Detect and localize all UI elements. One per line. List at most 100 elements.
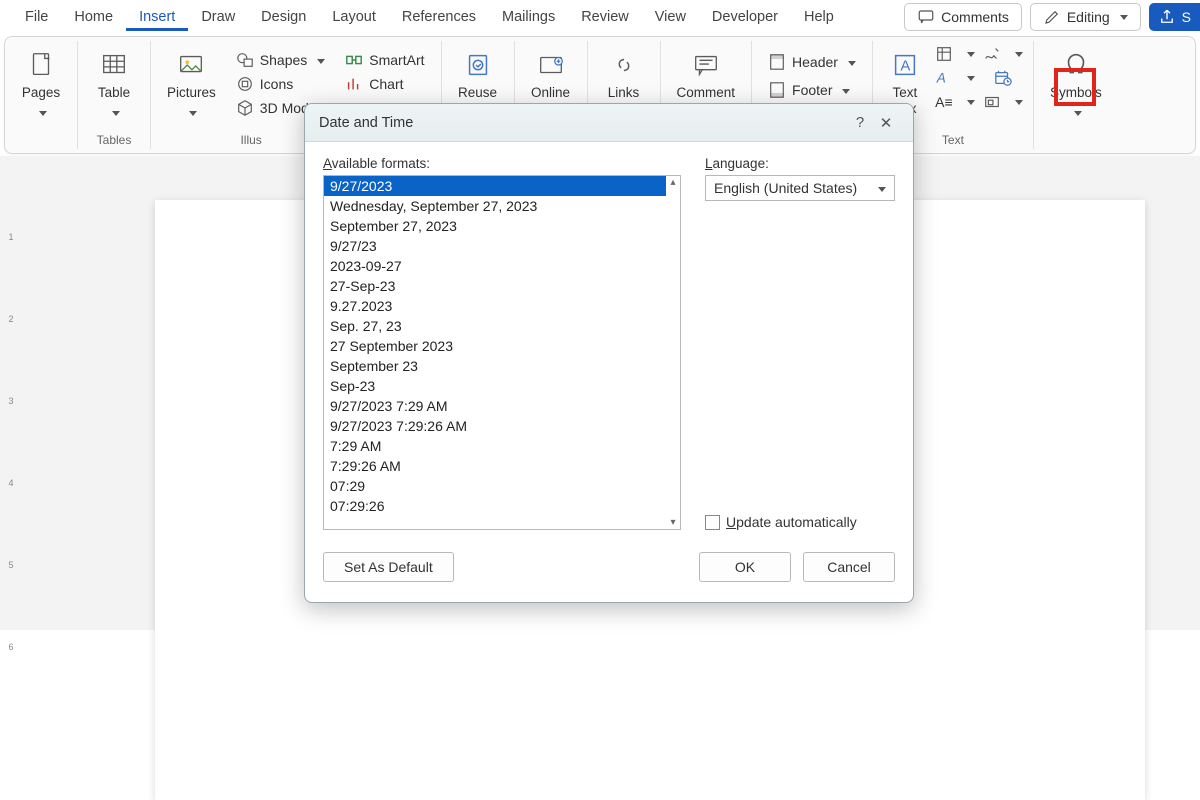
format-option[interactable]: 27 September 2023 bbox=[324, 336, 666, 356]
reuse-icon bbox=[462, 49, 494, 81]
shapes-label: Shapes bbox=[260, 52, 307, 68]
tables-group-label: Tables bbox=[97, 133, 132, 147]
format-option[interactable]: 9/27/2023 7:29:26 AM bbox=[324, 416, 666, 436]
icons-label: Icons bbox=[260, 76, 293, 92]
wordart-icon[interactable]: A bbox=[935, 69, 953, 87]
menu-draw[interactable]: Draw bbox=[188, 3, 248, 31]
chevron-down-icon[interactable] bbox=[963, 93, 975, 111]
cancel-button[interactable]: Cancel bbox=[803, 552, 895, 582]
update-automatically-checkbox[interactable]: Update automatically bbox=[705, 514, 895, 530]
drop-cap-icon[interactable]: A≡ bbox=[935, 93, 953, 111]
smartart-icon bbox=[345, 51, 363, 69]
comment-bubble-icon bbox=[917, 8, 935, 26]
set-default-button[interactable]: Set As Default bbox=[323, 552, 454, 582]
chevron-down-icon bbox=[874, 180, 886, 196]
illustrations-group-label: Illus bbox=[240, 133, 261, 147]
signature-line-icon[interactable] bbox=[983, 45, 1001, 63]
links-label: Links bbox=[608, 85, 640, 101]
header-label: Header bbox=[792, 54, 838, 70]
object-icon[interactable] bbox=[983, 93, 1001, 111]
format-option[interactable]: 9/27/2023 7:29 AM bbox=[324, 396, 666, 416]
menu-insert[interactable]: Insert bbox=[126, 3, 188, 31]
listbox-scrollbar[interactable]: ▴▾ bbox=[666, 176, 680, 529]
menu-layout[interactable]: Layout bbox=[319, 3, 389, 31]
online-video-button[interactable]: Online bbox=[525, 45, 577, 105]
footer-icon bbox=[768, 81, 786, 99]
format-option[interactable]: Sep-23 bbox=[324, 376, 666, 396]
comment-button[interactable]: Comment bbox=[671, 45, 742, 105]
header-icon bbox=[768, 53, 786, 71]
scroll-up-icon[interactable]: ▴ bbox=[670, 177, 675, 188]
symbols-button[interactable]: Symbols bbox=[1044, 45, 1108, 125]
date-time-icon[interactable] bbox=[994, 69, 1012, 87]
chevron-down-icon bbox=[1116, 9, 1128, 25]
editing-mode-button[interactable]: Editing bbox=[1030, 3, 1141, 31]
menu-view[interactable]: View bbox=[642, 3, 699, 31]
online-label: Online bbox=[531, 85, 570, 101]
menu-references[interactable]: References bbox=[389, 3, 489, 31]
format-option[interactable]: 07:29:26 bbox=[324, 496, 666, 516]
menu-file[interactable]: File bbox=[12, 3, 61, 31]
reuse-label: Reuse bbox=[458, 85, 497, 101]
format-option[interactable]: 9/27/23 bbox=[324, 236, 666, 256]
ok-button[interactable]: OK bbox=[699, 552, 791, 582]
format-option[interactable]: 07:29 bbox=[324, 476, 666, 496]
smartart-button[interactable]: SmartArt bbox=[339, 49, 430, 71]
format-option[interactable]: 9.27.2023 bbox=[324, 296, 666, 316]
format-option[interactable]: Wednesday, September 27, 2023 bbox=[324, 196, 666, 216]
format-option[interactable]: 27-Sep-23 bbox=[324, 276, 666, 296]
dialog-help-button[interactable]: ? bbox=[847, 114, 873, 131]
menu-review[interactable]: Review bbox=[568, 3, 642, 31]
scroll-down-icon[interactable]: ▾ bbox=[670, 517, 675, 528]
pictures-button[interactable]: Pictures bbox=[161, 45, 222, 125]
footer-button[interactable]: Footer bbox=[762, 79, 856, 101]
chevron-down-icon bbox=[313, 52, 325, 68]
chevron-down-icon bbox=[108, 105, 120, 121]
format-option[interactable]: September 23 bbox=[324, 356, 666, 376]
format-option[interactable]: 7:29:26 AM bbox=[324, 456, 666, 476]
menu-bar: File Home Insert Draw Design Layout Refe… bbox=[0, 0, 1200, 34]
menu-design[interactable]: Design bbox=[248, 3, 319, 31]
symbols-label: Symbols bbox=[1050, 85, 1102, 101]
comment-icon bbox=[690, 49, 722, 81]
pencil-icon bbox=[1043, 8, 1061, 26]
format-option[interactable]: 2023-09-27 bbox=[324, 256, 666, 276]
shapes-button[interactable]: Shapes bbox=[230, 49, 331, 71]
quick-parts-icon[interactable] bbox=[935, 45, 953, 63]
chevron-down-icon[interactable] bbox=[963, 45, 975, 63]
chevron-down-icon bbox=[35, 105, 47, 121]
chevron-down-icon[interactable] bbox=[1011, 45, 1023, 63]
chart-button[interactable]: Chart bbox=[339, 73, 409, 95]
pages-button[interactable]: Pages bbox=[15, 45, 67, 125]
chevron-down-icon[interactable] bbox=[963, 69, 975, 87]
icons-icon bbox=[236, 75, 254, 93]
video-icon bbox=[535, 49, 567, 81]
comments-button[interactable]: Comments bbox=[904, 3, 1022, 31]
formats-listbox[interactable]: ▴▾ 9/27/2023Wednesday, September 27, 202… bbox=[323, 175, 681, 530]
format-option[interactable]: 9/27/2023 bbox=[324, 176, 666, 196]
menu-home[interactable]: Home bbox=[61, 3, 126, 31]
picture-icon bbox=[175, 49, 207, 81]
header-button[interactable]: Header bbox=[762, 51, 862, 73]
chevron-down-icon[interactable] bbox=[1011, 93, 1023, 111]
chevron-down-icon bbox=[838, 82, 850, 98]
share-icon bbox=[1158, 8, 1176, 26]
icons-button[interactable]: Icons bbox=[230, 73, 299, 95]
format-option[interactable]: Sep. 27, 23 bbox=[324, 316, 666, 336]
menu-mailings[interactable]: Mailings bbox=[489, 3, 568, 31]
text-box-icon: A bbox=[889, 49, 921, 81]
table-button[interactable]: Table bbox=[88, 45, 140, 125]
dialog-titlebar[interactable]: Date and Time ? ✕ bbox=[305, 104, 913, 142]
format-option[interactable]: 7:29 AM bbox=[324, 436, 666, 456]
vertical-ruler: 123456 bbox=[0, 156, 22, 630]
comments-label: Comments bbox=[941, 9, 1009, 25]
reuse-files-button[interactable]: Reuse bbox=[452, 45, 504, 105]
menu-help[interactable]: Help bbox=[791, 3, 847, 31]
share-button[interactable]: S bbox=[1149, 3, 1200, 31]
menu-developer[interactable]: Developer bbox=[699, 3, 791, 31]
share-label: S bbox=[1182, 9, 1191, 25]
chart-label: Chart bbox=[369, 76, 403, 92]
format-option[interactable]: September 27, 2023 bbox=[324, 216, 666, 236]
dialog-close-button[interactable]: ✕ bbox=[873, 114, 899, 132]
language-select[interactable]: English (United States) bbox=[705, 175, 895, 201]
